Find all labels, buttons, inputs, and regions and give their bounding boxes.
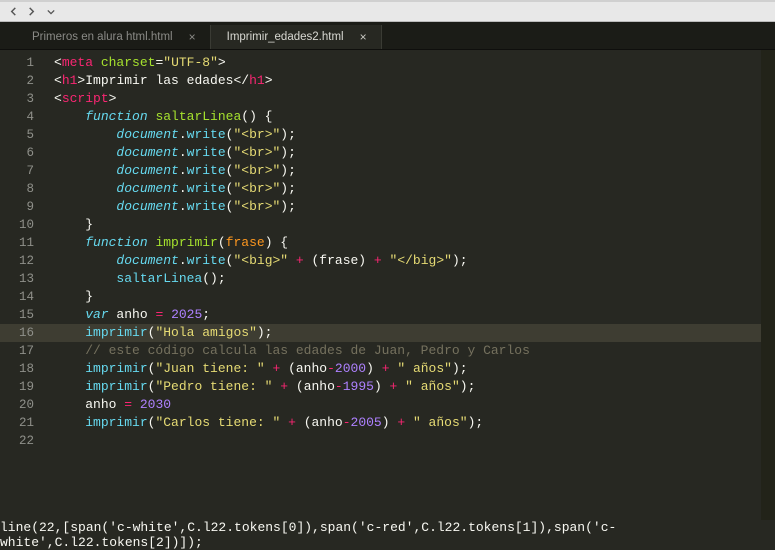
tab-label: Imprimir_edades2.html (227, 31, 344, 43)
code-line: <h1>Imprimir las edades</h1> (54, 72, 775, 90)
nav-toolbar (0, 0, 775, 22)
tab-label: Primeros en alura html.html (32, 31, 173, 43)
code-line: imprimir("Hola amigos"); (46, 324, 775, 342)
code-line: document.write("<br>"); (54, 180, 775, 198)
dropdown-arrow-icon[interactable] (44, 5, 58, 19)
code-line: } (54, 288, 775, 306)
tab-active[interactable]: Imprimir_edades2.html × (211, 25, 382, 49)
code-line: saltarLinea(); (54, 270, 775, 288)
back-arrow-icon[interactable] (6, 5, 20, 19)
close-icon[interactable]: × (189, 31, 196, 43)
minimap[interactable] (761, 50, 775, 520)
tab-bar: Primeros en alura html.html × Imprimir_e… (0, 22, 775, 50)
tab-inactive[interactable]: Primeros en alura html.html × (16, 25, 211, 49)
close-icon[interactable]: × (360, 31, 367, 43)
code-line: function imprimir(frase) { (54, 234, 775, 252)
code-line: document.write("<br>"); (54, 198, 775, 216)
line-number-gutter: 12345678910111213141516171819202122 (0, 50, 46, 520)
code-line: var anho = 2025; (54, 306, 775, 324)
editor-area: 12345678910111213141516171819202122 <met… (0, 50, 775, 520)
code-line: imprimir("Carlos tiene: " + (anho-2005) … (54, 414, 775, 432)
code-line: document.write("<br>"); (54, 144, 775, 162)
code-line: function saltarLinea() { (54, 108, 775, 126)
code-content[interactable]: <meta charset="UTF-8"><h1>Imprimir las e… (46, 50, 775, 520)
forward-arrow-icon[interactable] (24, 5, 38, 19)
code-line: <meta charset="UTF-8"> (54, 54, 775, 72)
code-line: imprimir("Juan tiene: " + (anho-2000) + … (54, 360, 775, 378)
code-line: // este código calcula las edades de Jua… (54, 342, 775, 360)
code-line: <script> (54, 90, 775, 108)
code-line: document.write("<big>" + (frase) + "</bi… (54, 252, 775, 270)
code-line: document.write("<br>"); (54, 126, 775, 144)
code-line: imprimir("Pedro tiene: " + (anho-1995) +… (54, 378, 775, 396)
code-line: anho = 2030 (54, 396, 775, 414)
code-line: document.write("<br>"); (54, 162, 775, 180)
code-line: } (54, 216, 775, 234)
